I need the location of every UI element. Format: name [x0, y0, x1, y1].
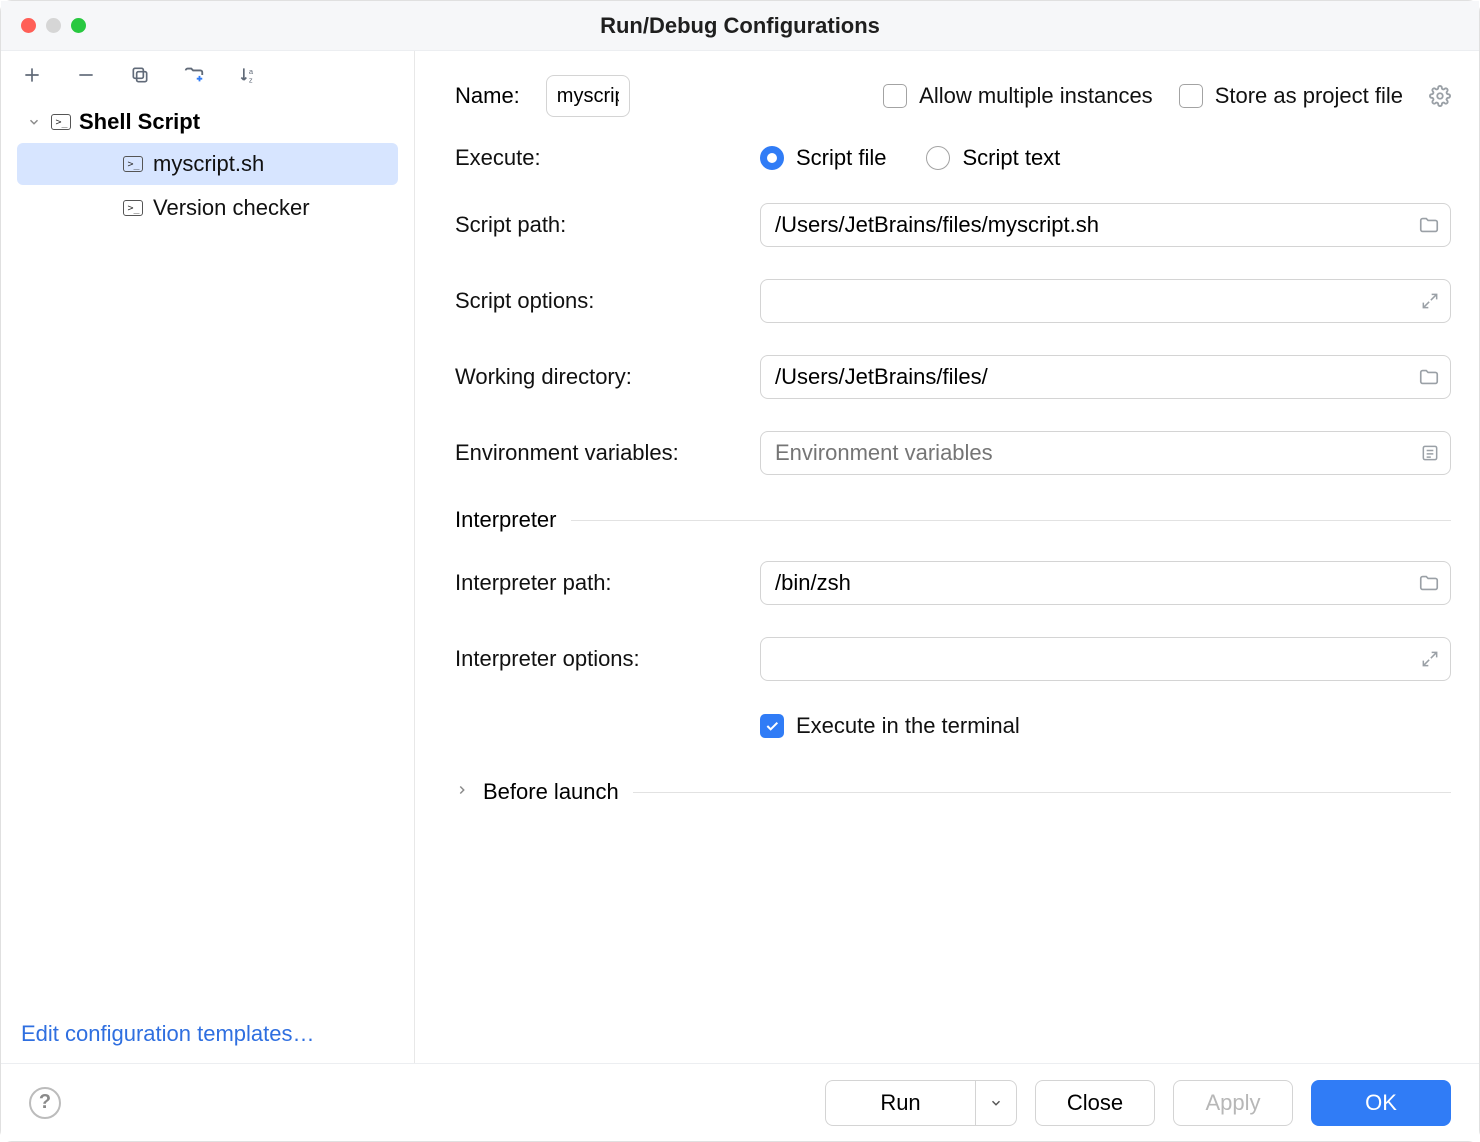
gear-icon[interactable]: [1429, 85, 1451, 107]
interpreter-path-field[interactable]: [775, 562, 1402, 604]
save-template-icon[interactable]: [181, 62, 207, 88]
radio-script-text[interactable]: Script text: [926, 145, 1060, 171]
chevron-down-icon: [989, 1096, 1003, 1110]
store-project-checkbox[interactable]: Store as project file: [1179, 83, 1403, 109]
close-button[interactable]: Close: [1035, 1080, 1155, 1126]
working-dir-field[interactable]: [775, 356, 1402, 398]
name-label: Name:: [455, 83, 520, 109]
title-bar: Run/Debug Configurations: [1, 1, 1479, 51]
tree-group-shell-script[interactable]: >_ Shell Script: [1, 103, 414, 141]
add-config-icon[interactable]: [19, 62, 45, 88]
window-title: Run/Debug Configurations: [1, 13, 1479, 39]
script-path-label: Script path:: [455, 212, 760, 238]
folder-icon[interactable]: [1418, 214, 1440, 236]
config-form: Name: Allow multiple instances Store as …: [415, 51, 1479, 1063]
env-vars-field[interactable]: [775, 432, 1402, 474]
tree-item-label: myscript.sh: [153, 151, 264, 177]
env-vars-input[interactable]: [760, 431, 1451, 475]
section-label: Interpreter: [455, 507, 557, 533]
before-launch-section[interactable]: Before launch: [455, 779, 1451, 805]
shell-icon: >_: [123, 156, 143, 172]
execute-terminal-label: Execute in the terminal: [796, 713, 1020, 739]
list-icon[interactable]: [1420, 443, 1440, 463]
sort-icon[interactable]: az: [235, 62, 261, 88]
checkbox-icon: [883, 84, 907, 108]
env-vars-label: Environment variables:: [455, 440, 760, 466]
folder-icon[interactable]: [1418, 572, 1440, 594]
sidebar: az >_ Shell Script >_ myscript.sh >_ Ver…: [1, 51, 415, 1063]
dialog-button-bar: ? Run Close Apply OK: [1, 1063, 1479, 1141]
tree-item-myscript[interactable]: >_ myscript.sh: [17, 143, 398, 185]
interpreter-options-label: Interpreter options:: [455, 646, 760, 672]
script-options-input[interactable]: [760, 279, 1451, 323]
script-path-field[interactable]: [775, 204, 1402, 246]
interpreter-options-field[interactable]: [775, 638, 1402, 680]
config-tree: >_ Shell Script >_ myscript.sh >_ Versio…: [1, 99, 414, 1011]
name-input[interactable]: [546, 75, 630, 117]
run-dropdown-button[interactable]: [975, 1080, 1017, 1126]
script-options-field[interactable]: [775, 280, 1402, 322]
working-dir-input[interactable]: [760, 355, 1451, 399]
expand-icon[interactable]: [1420, 291, 1440, 311]
allow-multiple-label: Allow multiple instances: [919, 83, 1153, 109]
store-project-label: Store as project file: [1215, 83, 1403, 109]
radio-on-icon: [760, 146, 784, 170]
execute-label: Execute:: [455, 145, 760, 171]
folder-icon[interactable]: [1418, 366, 1440, 388]
radio-script-file[interactable]: Script file: [760, 145, 886, 171]
radio-label: Script text: [962, 145, 1060, 171]
checkbox-icon: [1179, 84, 1203, 108]
apply-button[interactable]: Apply: [1173, 1080, 1293, 1126]
interpreter-options-input[interactable]: [760, 637, 1451, 681]
radio-label: Script file: [796, 145, 886, 171]
run-button[interactable]: Run: [825, 1080, 975, 1126]
tree-item-version-checker[interactable]: >_ Version checker: [17, 187, 398, 229]
tree-group-label: Shell Script: [79, 109, 200, 135]
chevron-down-icon: [27, 109, 43, 135]
tree-item-label: Version checker: [153, 195, 310, 221]
shell-icon: >_: [51, 114, 71, 130]
execute-terminal-checkbox[interactable]: Execute in the terminal: [760, 713, 1451, 739]
working-dir-label: Working directory:: [455, 364, 760, 390]
copy-config-icon[interactable]: [127, 62, 153, 88]
interpreter-path-input[interactable]: [760, 561, 1451, 605]
remove-config-icon[interactable]: [73, 62, 99, 88]
script-path-input[interactable]: [760, 203, 1451, 247]
edit-templates-link[interactable]: Edit configuration templates…: [21, 1021, 315, 1046]
section-label: Before launch: [483, 779, 619, 805]
allow-multiple-checkbox[interactable]: Allow multiple instances: [883, 83, 1153, 109]
chevron-right-icon: [455, 783, 469, 802]
script-options-label: Script options:: [455, 288, 760, 314]
interpreter-section: Interpreter: [455, 507, 1451, 533]
checkbox-checked-icon: [760, 714, 784, 738]
ok-button[interactable]: OK: [1311, 1080, 1451, 1126]
interpreter-path-label: Interpreter path:: [455, 570, 760, 596]
help-icon[interactable]: ?: [29, 1087, 61, 1119]
shell-icon: >_: [123, 200, 143, 216]
radio-off-icon: [926, 146, 950, 170]
sidebar-toolbar: az: [1, 51, 414, 99]
expand-icon[interactable]: [1420, 649, 1440, 669]
svg-text:z: z: [249, 76, 253, 85]
